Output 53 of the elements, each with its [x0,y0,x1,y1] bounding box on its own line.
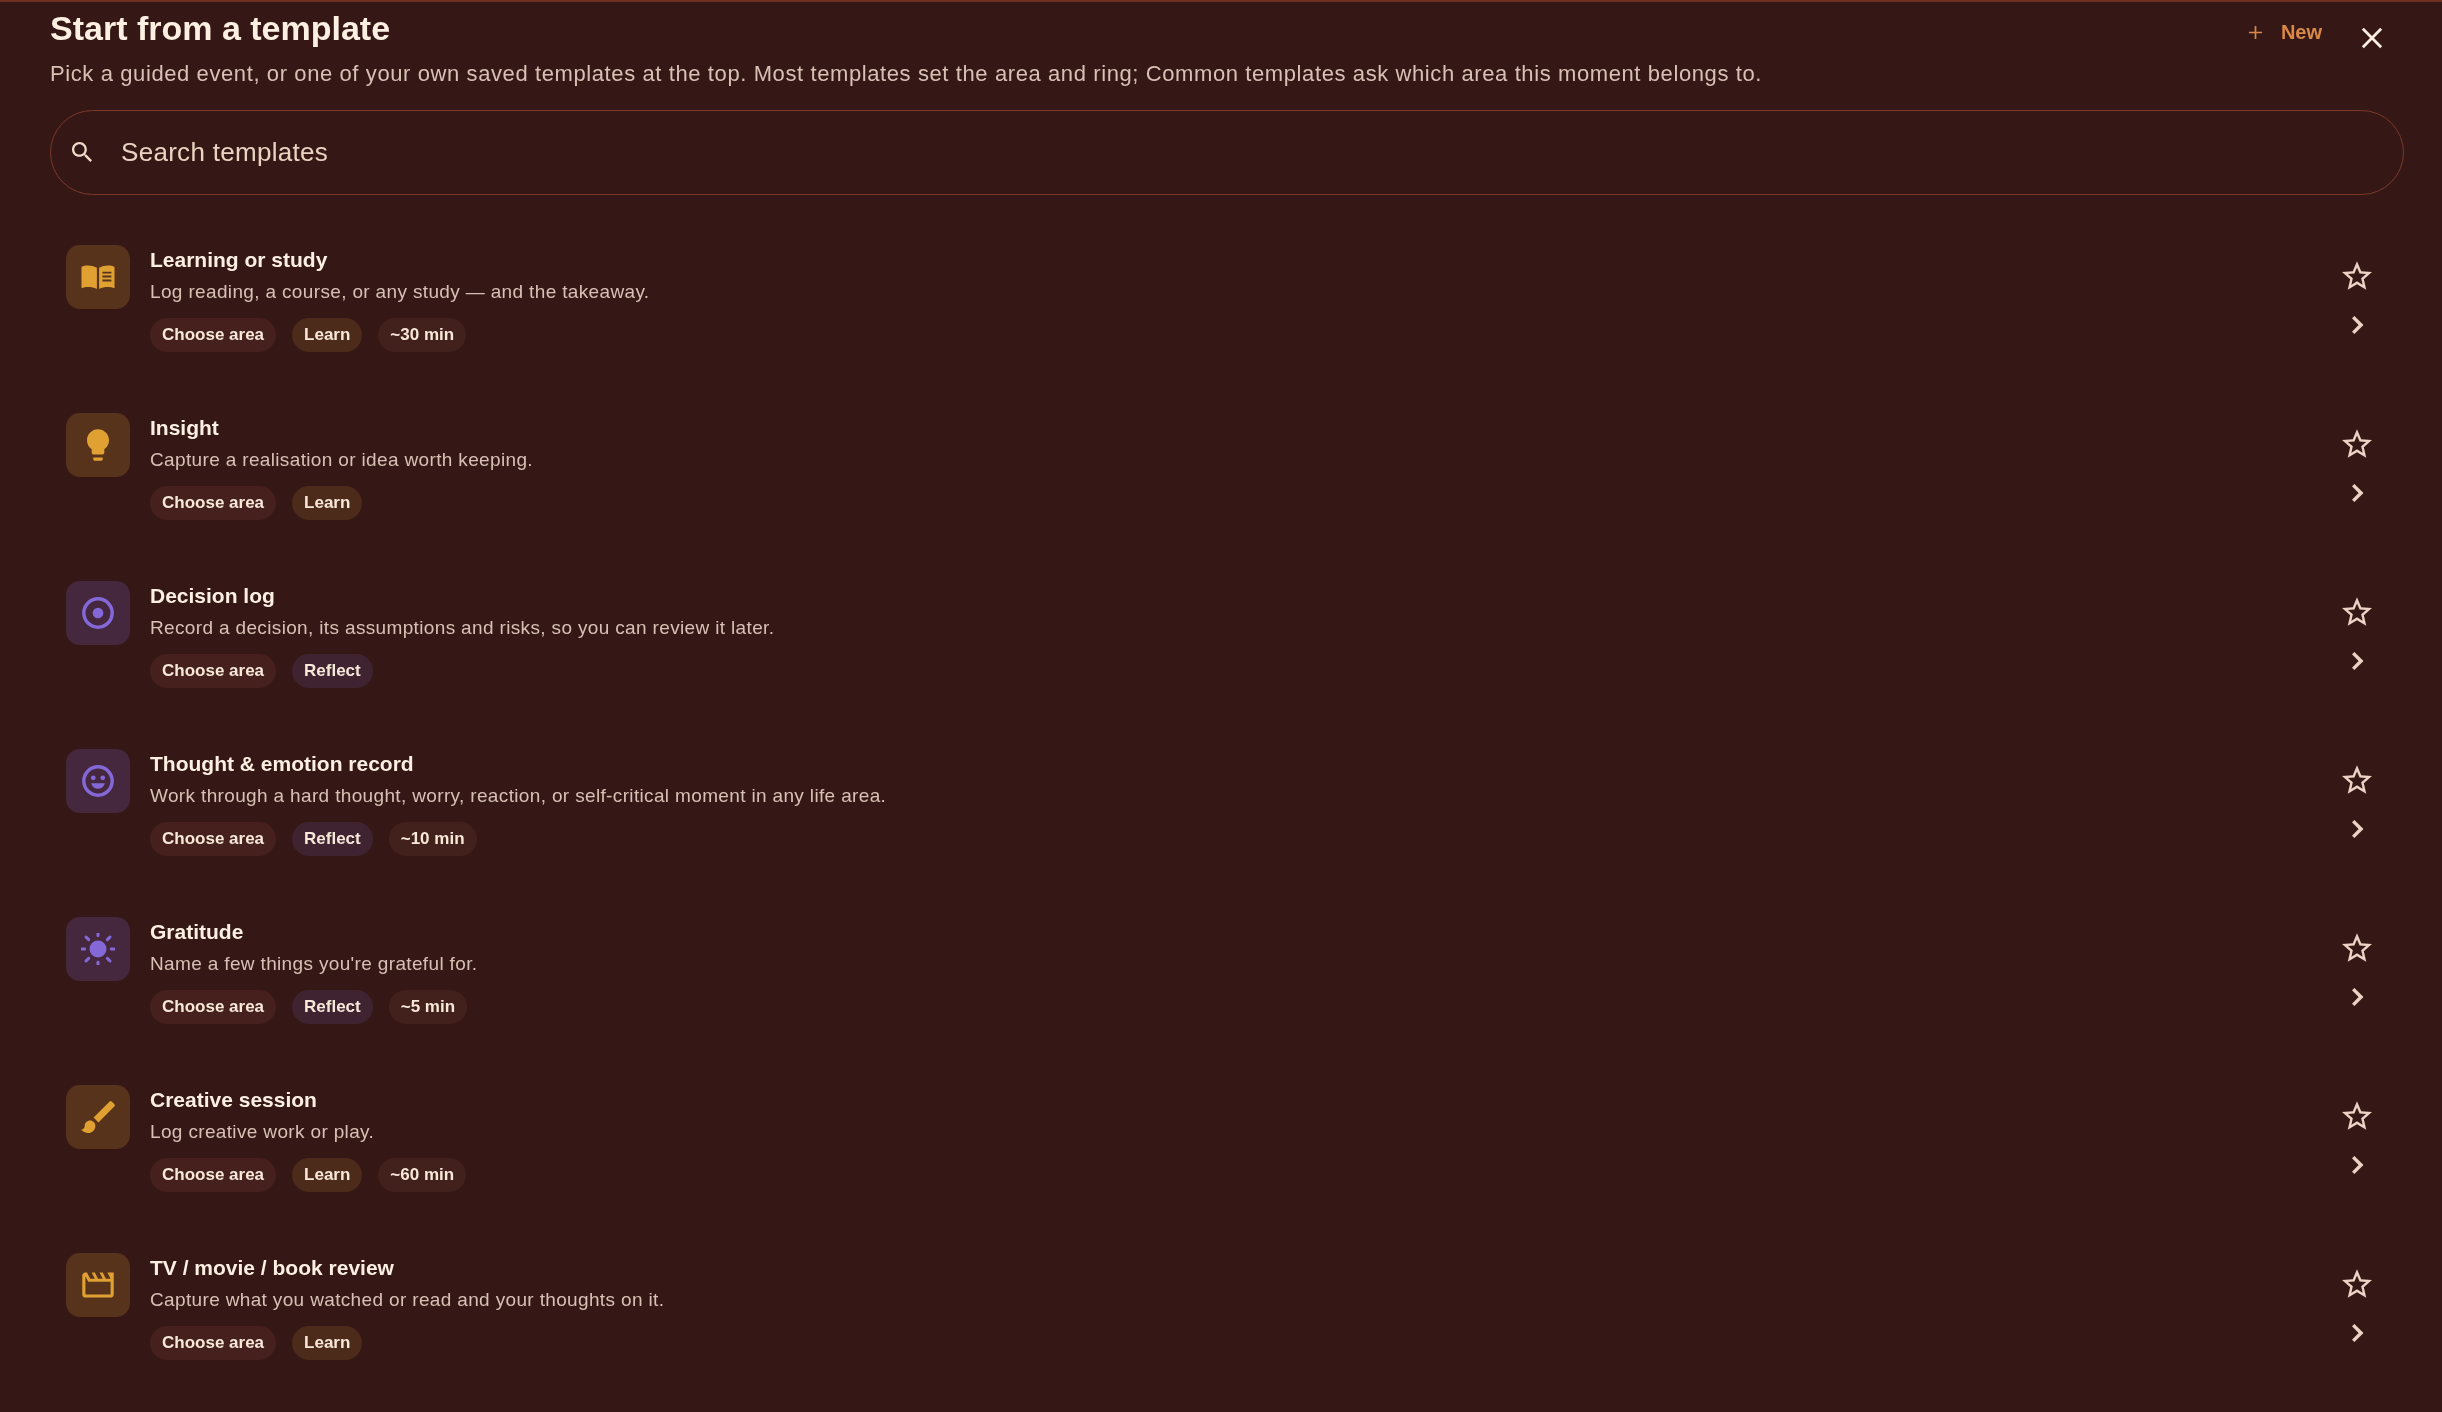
star-icon [2342,429,2372,458]
template-title: Learning or study [150,247,329,273]
template-title: Creative session [150,1087,318,1113]
category-tag: Learn [292,486,363,520]
close-icon [2361,27,2383,49]
duration-tag: ~5 min [388,990,468,1024]
star-icon [2342,933,2372,962]
template-title: Thought & emotion record [150,751,415,777]
star-icon [2342,765,2372,794]
chevron-right-icon [2350,819,2364,839]
category-tag: Learn [292,318,363,352]
template-description: Log creative work or play. [150,1120,376,1144]
area-tag: Choose area [150,318,277,352]
star-icon [2342,597,2372,626]
area-tag: Choose area [150,486,277,520]
star-icon [2342,1101,2372,1130]
area-tag: Choose area [150,1158,277,1192]
dialog-description: Pick a guided event, or one of your own saved templates at the top. Most templates set the area and ring; Common templates ask which area this moment belongs to. [50,60,1764,88]
chevron-right-icon [2350,315,2364,335]
star-icon [2342,261,2372,290]
area-tag: Choose area [150,990,277,1024]
chevron-right-icon [2350,1155,2364,1175]
template-description: Name a few things you're grateful for. [150,952,479,976]
new-button[interactable]: New [2239,14,2330,50]
search-icon [72,142,92,162]
chevron-right-icon [2350,483,2364,503]
template-description: Capture what you watched or read and your thoughts on it. [150,1288,666,1312]
category-tag: Reflect [292,822,373,856]
template-title: TV / movie / book review [150,1255,395,1281]
category-tag: Reflect [292,654,373,688]
template-title: Insight [150,415,220,441]
template-title: Gratitude [150,919,245,945]
category-tag: Learn [292,1326,363,1360]
duration-tag: ~60 min [378,1158,467,1192]
star-icon [2342,1269,2372,1298]
template-description: Log reading, a course, or any study — and the takeaway. [150,280,651,304]
search-field[interactable]: Search templates [50,110,2404,195]
area-tag: Choose area [150,822,277,856]
duration-tag: ~30 min [378,318,467,352]
template-description: Work through a hard thought, worry, reaction, or self-critical moment in any life area. [150,784,888,808]
template-description: Capture a realisation or idea worth keeping. [150,448,534,472]
template-description: Record a decision, its assumptions and risks, so you can review it later. [150,616,776,640]
area-tag: Choose area [150,1326,277,1360]
category-tag: Learn [292,1158,363,1192]
plus-icon [2247,24,2263,40]
chevron-right-icon [2350,1323,2364,1343]
area-tag: Choose area [150,654,277,688]
chevron-right-icon [2350,651,2364,671]
chevron-right-icon [2350,987,2364,1007]
template-title: Decision log [150,583,276,609]
duration-tag: ~10 min [388,822,477,856]
dialog-title: Start from a template [50,8,391,48]
category-tag: Reflect [292,990,373,1024]
